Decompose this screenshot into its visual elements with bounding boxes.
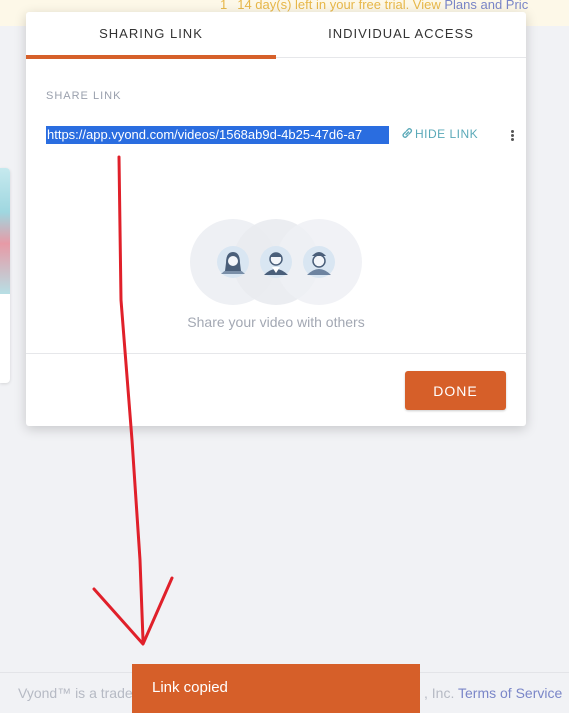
modal-divider (26, 353, 526, 354)
more-options-icon[interactable] (508, 126, 518, 144)
share-empty-state-text: Share your video with others (187, 314, 365, 330)
hide-link-label: HIDE LINK (415, 127, 479, 141)
link-icon (402, 128, 413, 138)
trial-banner-number: 1 (220, 0, 228, 12)
tab-individual-access[interactable]: INDIVIDUAL ACCESS (276, 12, 526, 58)
share-modal: SHARING LINK INDIVIDUAL ACCESS SHARE LIN… (26, 12, 526, 426)
link-copied-toast: Link copied (132, 664, 420, 713)
trial-banner-text: 14 day(s) left in your free trial. View (237, 0, 441, 12)
background-video-thumbnail (0, 168, 10, 294)
plans-pricing-link[interactable]: Plans and Pric (444, 0, 528, 12)
share-link-url[interactable]: https://app.vyond.com/videos/1568ab9d-4b… (46, 126, 389, 144)
background-video-card[interactable] (0, 168, 10, 383)
share-illustration (190, 219, 362, 305)
footer-company-text: , Inc. (424, 685, 455, 701)
user-male-icon (260, 246, 292, 278)
share-link-row: https://app.vyond.com/videos/1568ab9d-4b… (46, 126, 514, 146)
user-female-icon (217, 246, 249, 278)
share-tabs: SHARING LINK INDIVIDUAL ACCESS (26, 12, 526, 59)
share-link-label: SHARE LINK (46, 90, 122, 102)
footer-trademark-text: Vyond™ is a trade (18, 685, 133, 701)
terms-of-service-link[interactable]: Terms of Service (458, 685, 562, 701)
done-button[interactable]: DONE (405, 371, 506, 410)
user-cap-icon (303, 246, 335, 278)
hide-link-button[interactable]: HIDE LINK (400, 127, 478, 141)
footer-right: , Inc. Terms of Service (424, 673, 562, 713)
tab-sharing-link[interactable]: SHARING LINK (26, 12, 276, 59)
